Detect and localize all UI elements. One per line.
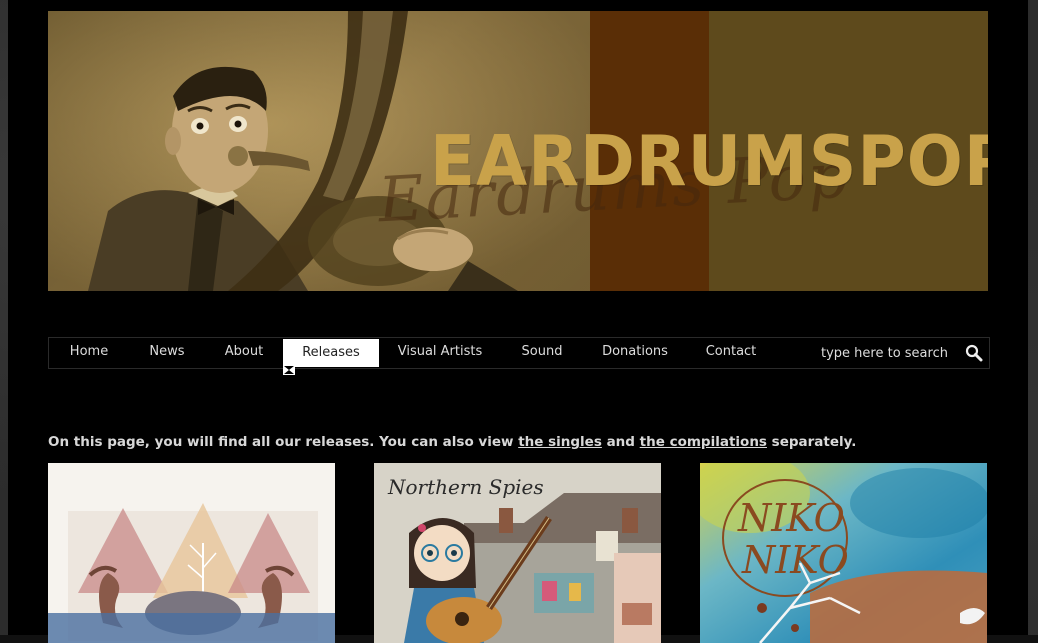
page: Eardrums Pop EARDRUMSPOP Home News About…: [8, 0, 1028, 643]
nav-item-home[interactable]: Home: [49, 338, 129, 368]
release-cover-1[interactable]: [48, 463, 335, 643]
svg-text:NIKO: NIKO: [737, 496, 845, 540]
active-indicator-icon: [283, 365, 295, 375]
release-cover-2[interactable]: Northern Spies: [374, 463, 661, 643]
cover-title: Northern Spies: [388, 475, 544, 499]
search-input[interactable]: [821, 343, 947, 363]
nav-item-about[interactable]: About: [205, 338, 283, 368]
magnifier-icon[interactable]: [965, 344, 983, 362]
compilations-link[interactable]: the compilations: [640, 434, 767, 450]
singles-link[interactable]: the singles: [518, 434, 602, 450]
niko-niko-artwork: NIKO NIKO: [700, 463, 987, 643]
nav-item-sound[interactable]: Sound: [501, 338, 583, 368]
nav-item-donations[interactable]: Donations: [583, 338, 687, 368]
header-banner[interactable]: Eardrums Pop EARDRUMSPOP: [48, 11, 988, 291]
intro-text-before: On this page, you will find all our rele…: [48, 434, 519, 450]
intro-text-middle: and: [601, 434, 640, 450]
nav-item-visual-artists[interactable]: Visual Artists: [379, 338, 501, 368]
nav-item-releases[interactable]: Releases: [283, 339, 379, 367]
site-logo[interactable]: EARDRUMSPOP: [430, 121, 988, 202]
main-nav: Home News About Releases Visual Artists …: [48, 337, 990, 369]
intro-text: On this page, you will find all our rele…: [48, 434, 988, 450]
nav-item-contact[interactable]: Contact: [687, 338, 775, 368]
release-cover-3[interactable]: NIKO NIKO: [700, 463, 987, 643]
intro-text-after: separately.: [766, 434, 857, 450]
nav-item-news[interactable]: News: [129, 338, 205, 368]
whale-tails-artwork: [48, 463, 335, 643]
